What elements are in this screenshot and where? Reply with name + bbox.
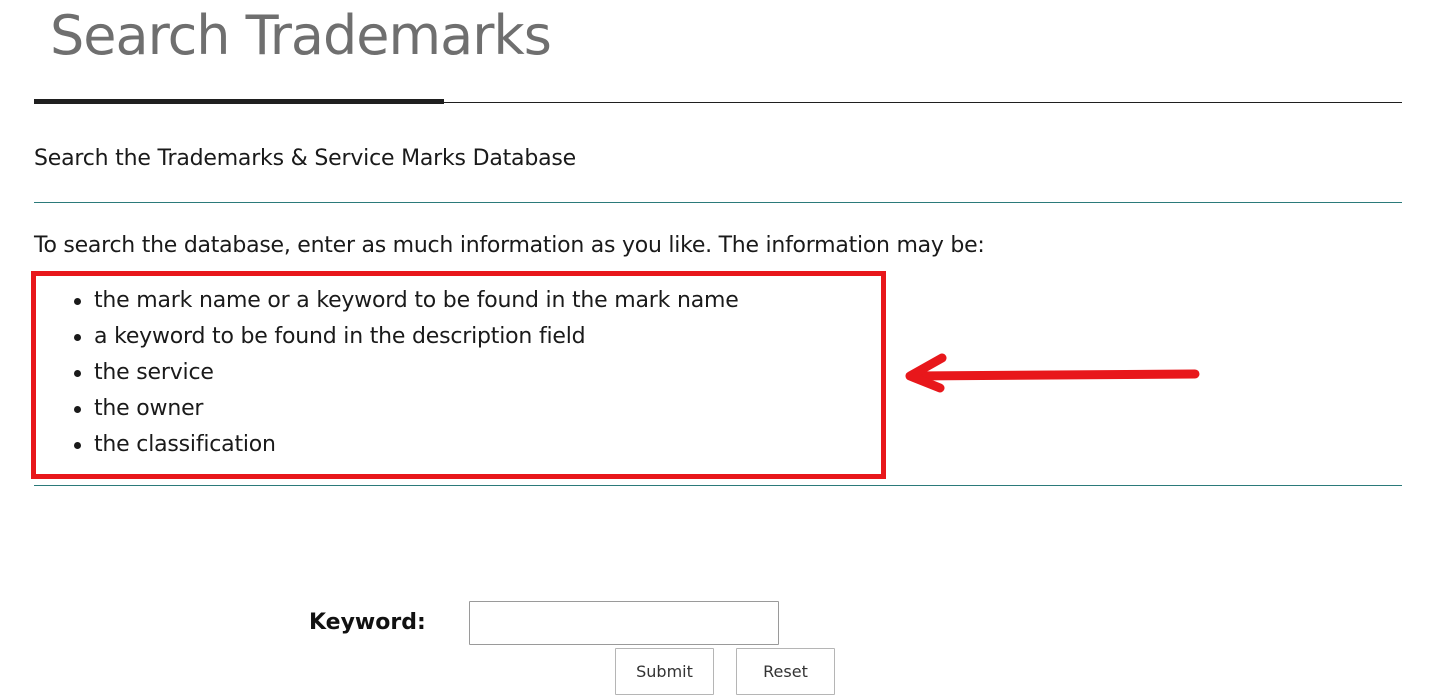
highlight-annotation-box	[31, 271, 886, 479]
section-divider-bottom	[34, 485, 1402, 486]
page-title: Search Trademarks	[50, 4, 552, 67]
section-subtitle: Search the Trademarks & Service Marks Da…	[34, 146, 576, 171]
intro-text: To search the database, enter as much in…	[34, 233, 985, 258]
keyword-label: Keyword:	[309, 610, 426, 635]
submit-button[interactable]: Submit	[615, 648, 714, 695]
section-divider-top	[34, 202, 1402, 203]
reset-button[interactable]: Reset	[736, 648, 835, 695]
keyword-input[interactable]	[469, 601, 779, 645]
title-divider-accent	[34, 99, 444, 104]
left-arrow-icon	[905, 353, 1200, 393]
